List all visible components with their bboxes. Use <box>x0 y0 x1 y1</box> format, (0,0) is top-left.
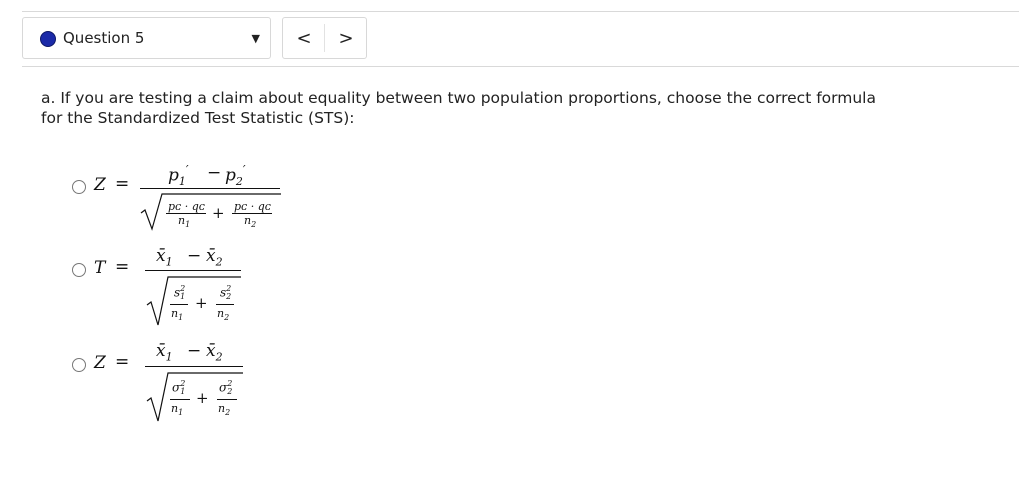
formula-2-main-fraction-bar <box>145 270 241 271</box>
formula-2-term2-num: s22 <box>220 284 232 301</box>
formula-2-equals: = <box>115 257 130 277</box>
caret-down-icon: ▼ <box>251 32 260 45</box>
formula-2-plus: + <box>195 294 208 312</box>
formula-1-num-a: p1′ <box>168 163 189 189</box>
formula-2-lhs: T <box>94 258 106 278</box>
formula-2-num-b: x̄2 <box>206 246 223 269</box>
formula-3-lhs: Z <box>94 353 106 373</box>
formula-1-term2-num: pᴄ · qᴄ <box>234 200 271 213</box>
question-nav-buttons: < > <box>282 17 367 59</box>
formula-3-num-b: x̄2 <box>206 341 223 364</box>
formula-2-term2-den: n2 <box>217 307 230 323</box>
formula-3-term2-bar <box>217 399 237 400</box>
formula-3-term1-num: σ21 <box>172 379 186 396</box>
formula-3-equals: = <box>115 352 130 372</box>
formula-1-term1-num: pᴄ · qᴄ <box>168 200 205 213</box>
formula-3-main-fraction-bar <box>145 366 243 367</box>
formula-2-num-a: x̄1 <box>156 246 173 269</box>
previous-question-button[interactable]: < <box>283 18 325 58</box>
formula-3-term2-num: σ22 <box>219 379 233 396</box>
answer-radio-3[interactable] <box>72 358 86 372</box>
formula-1-num-b: p2′ <box>225 163 246 189</box>
formula-3-num-a: x̄1 <box>156 341 173 364</box>
formula-1-term2-den: n2 <box>244 214 257 230</box>
formula-1-main-fraction-bar <box>140 188 280 189</box>
top-divider <box>22 11 1019 12</box>
formula-2-term1-num: s21 <box>174 284 186 301</box>
next-question-button[interactable]: > <box>325 18 367 58</box>
header-divider <box>22 66 1019 67</box>
formula-3-term2-den: n2 <box>218 402 231 418</box>
answer-radio-2[interactable] <box>72 263 86 277</box>
question-prompt: a. If you are testing a claim about equa… <box>41 89 876 127</box>
formula-2-term1-bar <box>170 304 188 305</box>
question-status-dot <box>40 31 56 47</box>
formula-3-plus: + <box>196 389 209 407</box>
chevron-right-icon: > <box>338 27 354 49</box>
formula-1-plus: + <box>212 204 225 222</box>
formula-2-term1-den: n1 <box>171 307 184 323</box>
formula-2-term2-bar <box>216 304 234 305</box>
formula-3-term1-den: n1 <box>171 402 184 418</box>
question-select-label: Question 5 <box>63 29 145 47</box>
formula-3-num-minus: − <box>187 341 202 361</box>
formula-1-equals: = <box>115 174 130 194</box>
answer-radio-1[interactable] <box>72 180 86 194</box>
formula-1-lhs: Z <box>94 175 106 195</box>
formula-1-num-minus: − <box>207 163 222 183</box>
formula-1-term1-den: n1 <box>178 214 191 230</box>
formula-2-num-minus: − <box>187 246 202 266</box>
chevron-left-icon: < <box>296 27 312 49</box>
question-select[interactable]: Question 5 ▼ <box>22 17 271 59</box>
formula-3-term1-bar <box>170 399 190 400</box>
